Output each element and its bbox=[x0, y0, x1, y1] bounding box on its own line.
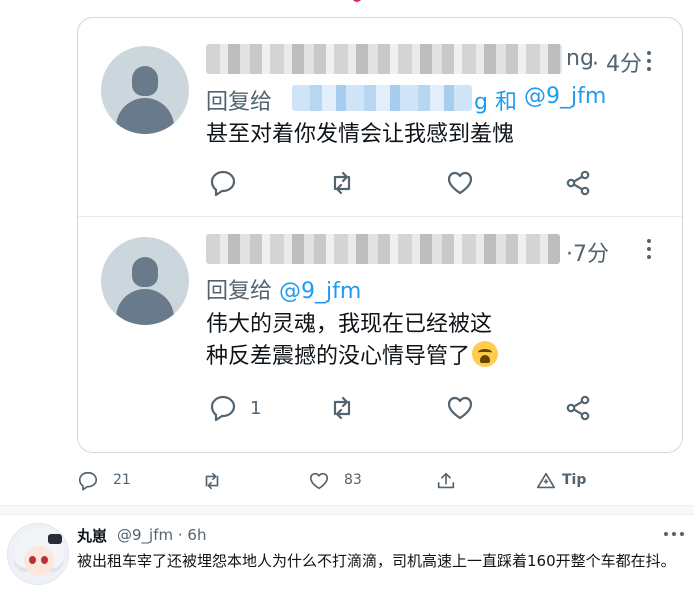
reply-icon[interactable] bbox=[77, 470, 99, 492]
reply-count: 1 bbox=[250, 398, 262, 419]
blurred-username bbox=[206, 44, 562, 74]
share-icon bbox=[563, 393, 593, 423]
reply-to-label: 回复给 bbox=[206, 90, 273, 115]
tip-label[interactable]: Tip bbox=[562, 472, 586, 488]
tweet[interactable]: 丸崽 @9_jfm · 6h 被出租车宰了还被埋怨本地人为什么不打滴滴，司机高速… bbox=[0, 515, 694, 600]
reply-text: 甚至对着你发情会让我感到羞愧 bbox=[206, 122, 515, 147]
reply-to-line: 回复给 @9_jfm bbox=[206, 273, 361, 305]
like-count: 83 bbox=[344, 472, 362, 488]
retweet-icon[interactable] bbox=[201, 470, 223, 492]
reply-timestamp: · 4分 bbox=[592, 52, 642, 77]
tip-icon[interactable] bbox=[535, 470, 557, 492]
crying-face-emoji bbox=[472, 341, 499, 367]
more-icon[interactable] bbox=[664, 531, 684, 537]
reply-to-mention: @9_jfm bbox=[524, 84, 607, 109]
embedded-reply: ng · 4分 回复给 g 和 @9_jfm 甚至对着你发情会让我感到羞愧 bbox=[78, 18, 682, 216]
more-icon bbox=[639, 236, 659, 262]
retweet-icon bbox=[327, 393, 357, 423]
blurred-username bbox=[206, 234, 560, 264]
like-icon bbox=[445, 168, 475, 198]
reply-icon bbox=[208, 393, 238, 423]
notification-dot bbox=[352, 0, 362, 2]
tweet-action-bar: 21 83 Tip bbox=[77, 464, 683, 498]
more-icon bbox=[639, 48, 659, 74]
retweet-icon bbox=[327, 168, 357, 198]
reply-to-label: 回复给 bbox=[206, 279, 273, 304]
reply-timestamp: ·7分 bbox=[566, 242, 609, 267]
avatar[interactable] bbox=[7, 523, 69, 585]
share-icon[interactable] bbox=[435, 470, 457, 492]
reply-to-tail: g 和 bbox=[474, 90, 517, 115]
tweet-image-attachment[interactable]: ng · 4分 回复给 g 和 @9_jfm 甚至对着你发情会让我感到羞愧 ·7… bbox=[77, 17, 683, 453]
reply-icon bbox=[208, 168, 238, 198]
blurred-mention bbox=[292, 85, 472, 111]
display-name[interactable]: 丸崽 bbox=[77, 525, 107, 546]
default-avatar bbox=[101, 237, 189, 325]
tweet-text: 被出租车宰了还被埋怨本地人为什么不打滴滴，司机高速上一直踩着160开整个车都在抖… bbox=[77, 552, 676, 570]
default-avatar bbox=[101, 46, 189, 134]
reply-text: 伟大的灵魂，我现在已经被这种反差震撼的没心情导管了 bbox=[206, 309, 506, 373]
like-icon[interactable] bbox=[308, 470, 330, 492]
twitter-timeline: ng · 4分 回复给 g 和 @9_jfm 甚至对着你发情会让我感到羞愧 ·7… bbox=[0, 0, 694, 600]
tweet-divider bbox=[0, 505, 694, 515]
reply-name-suffix: ng bbox=[566, 46, 594, 71]
reply-to-mention: @9_jfm bbox=[279, 279, 362, 304]
handle-and-time[interactable]: @9_jfm · 6h bbox=[117, 526, 206, 544]
reply-to-line: 回复给 bbox=[206, 84, 272, 116]
like-icon bbox=[445, 393, 475, 423]
reply-count: 21 bbox=[113, 472, 131, 488]
embedded-reply: ·7分 回复给 @9_jfm 伟大的灵魂，我现在已经被这种反差震撼的没心情导管了… bbox=[78, 216, 682, 452]
share-icon bbox=[563, 168, 593, 198]
